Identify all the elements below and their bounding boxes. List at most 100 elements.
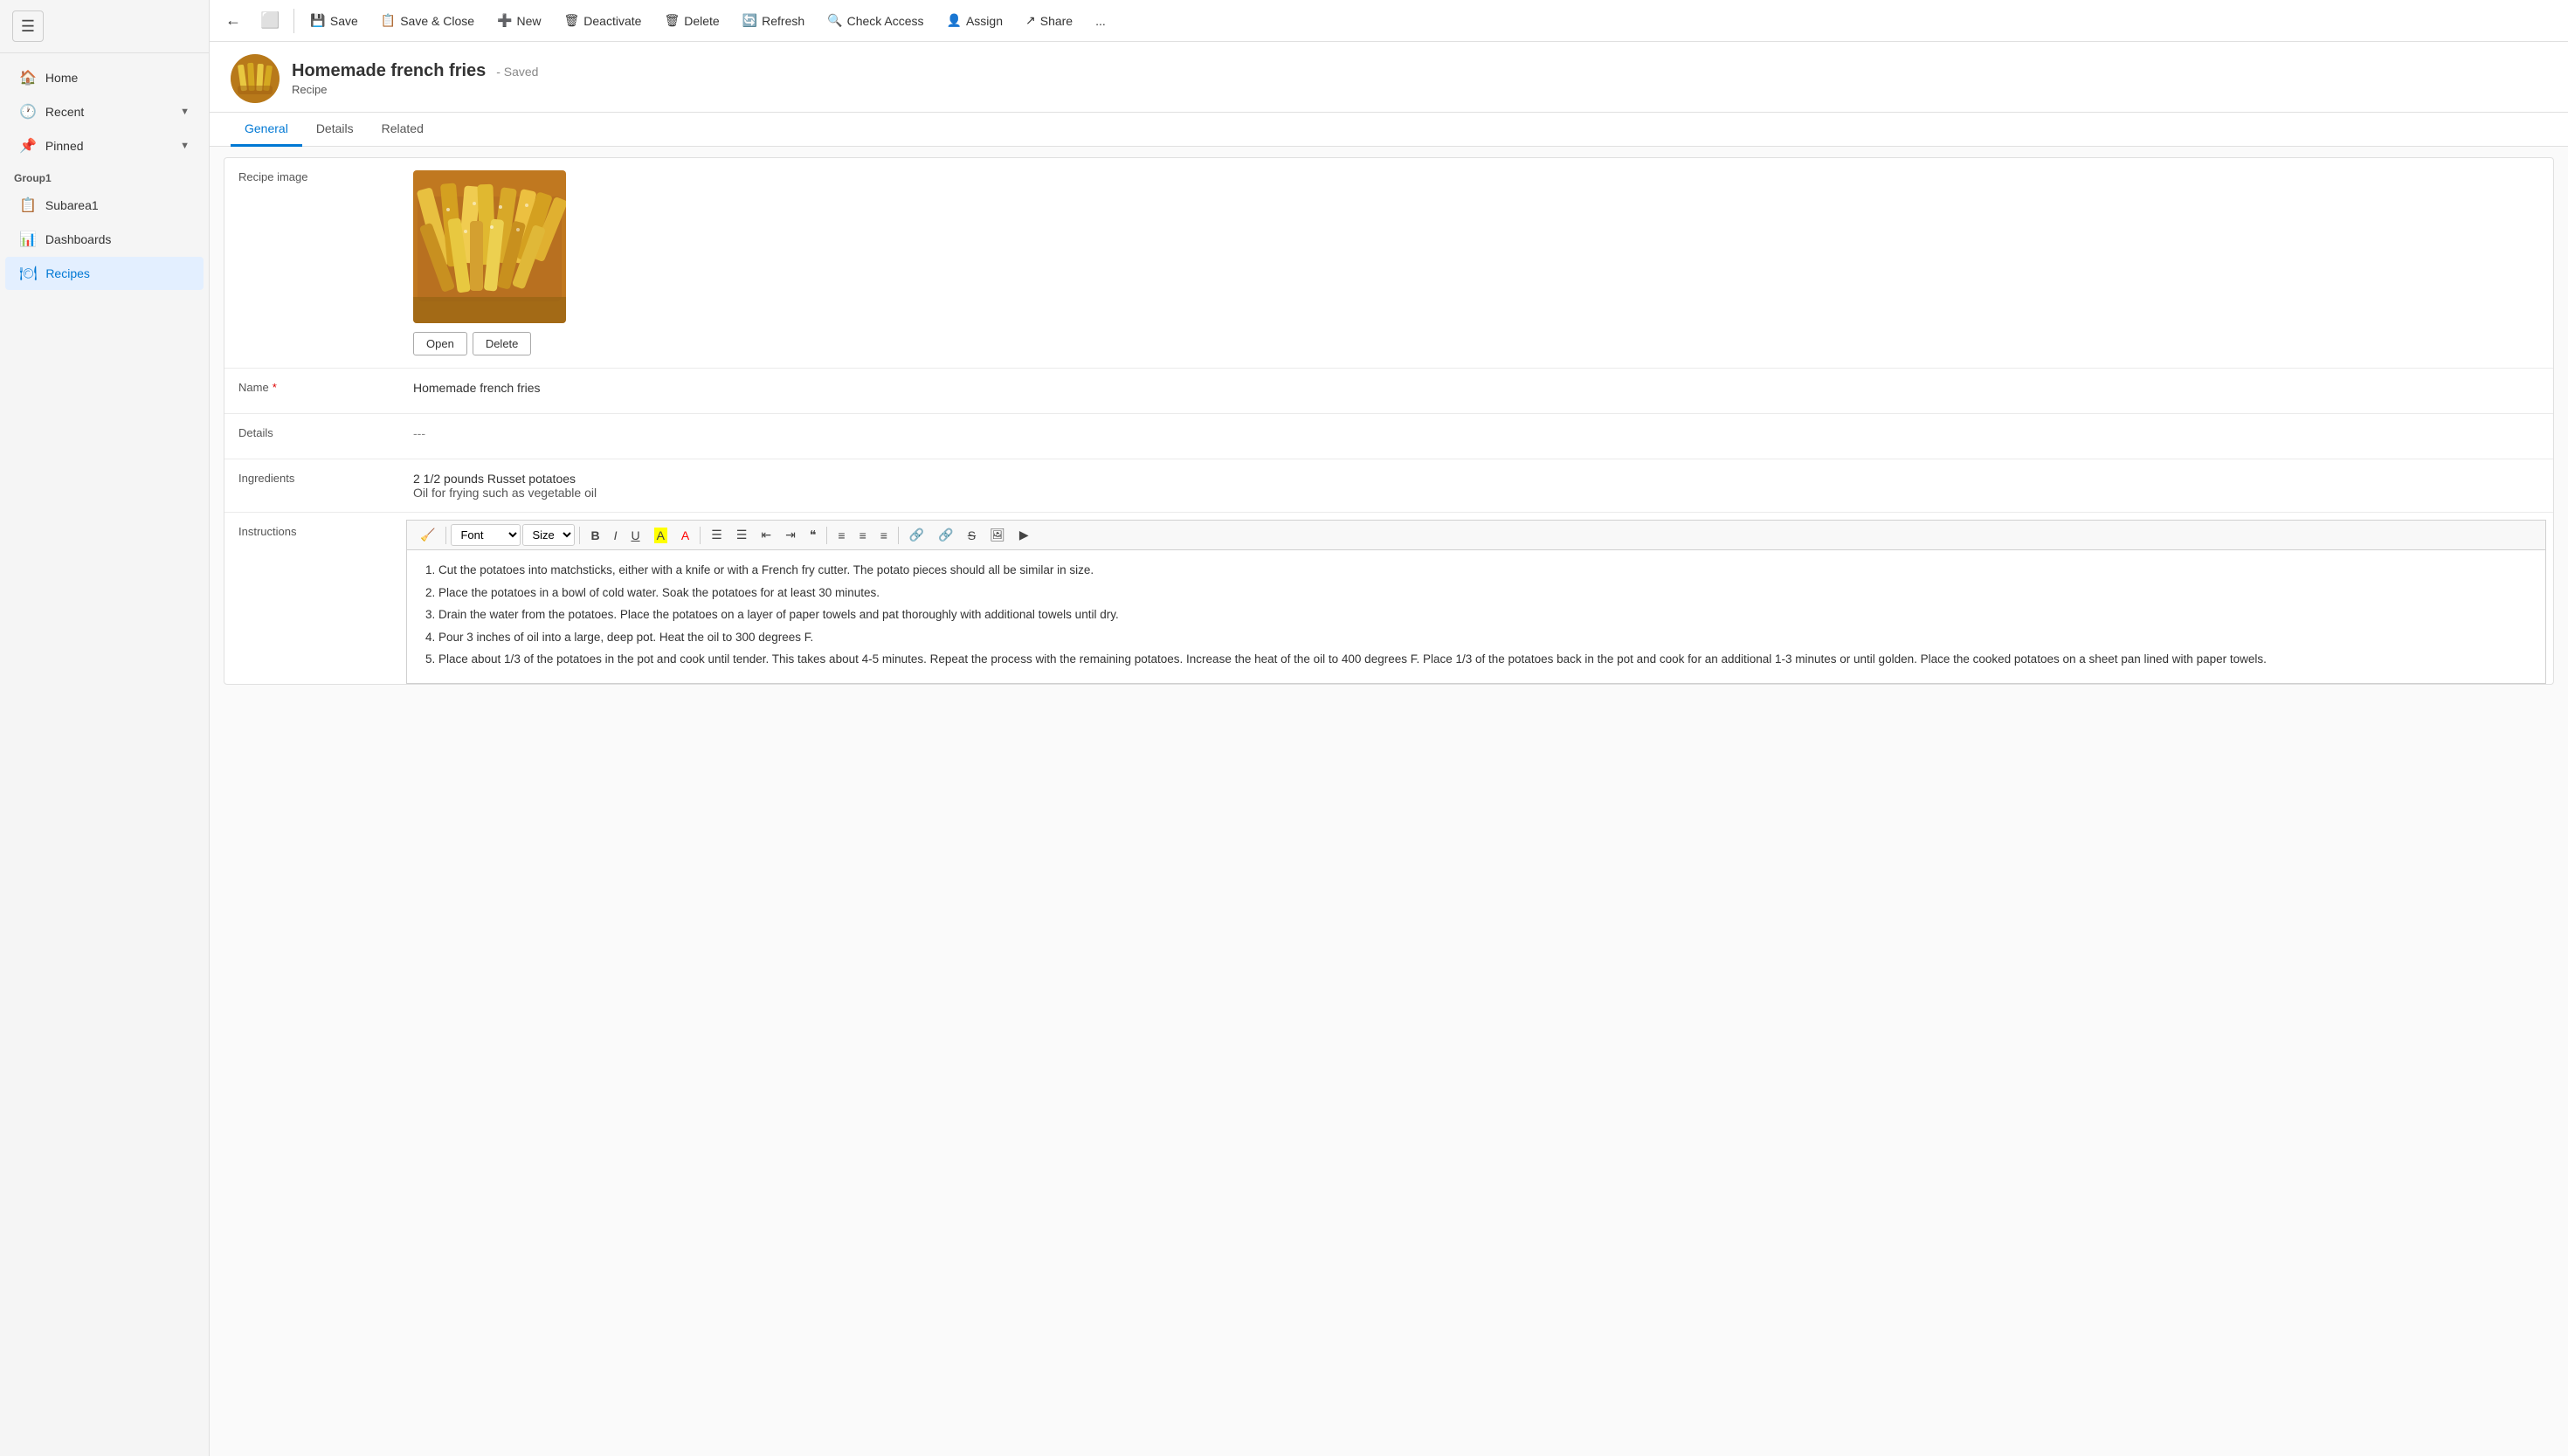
tabs-bar: General Details Related — [210, 113, 2568, 147]
recipes-icon: 🍽 — [19, 265, 37, 282]
tab-details[interactable]: Details — [302, 113, 368, 147]
instruction-item-5: Place about 1/3 of the potatoes in the p… — [438, 650, 2531, 669]
sidebar-item-dashboards[interactable]: 📊 Dashboards — [5, 223, 204, 256]
recent-expand-icon: ▼ — [180, 107, 190, 117]
image-area: Open Delete — [399, 158, 2553, 368]
instructions-content[interactable]: Cut the potatoes into matchsticks, eithe… — [406, 549, 2546, 684]
refresh-button[interactable]: 🔄 Refresh — [732, 8, 815, 33]
sidebar-item-dashboards-label: Dashboards — [45, 232, 112, 246]
back-button[interactable]: ← — [217, 6, 250, 35]
instruction-item-3: Drain the water from the potatoes. Place… — [438, 605, 2531, 624]
rte-sep-5 — [898, 527, 899, 544]
rte-sep-3 — [700, 527, 701, 544]
rte-highlight-button[interactable]: A — [648, 525, 673, 546]
rte-font-color-button[interactable]: A — [675, 525, 695, 546]
rte-numbered-list-button[interactable]: ☰ — [730, 524, 754, 546]
rte-size-select[interactable]: Size — [522, 524, 575, 546]
sidebar-header: ☰ — [0, 0, 209, 53]
toolbar: ← ⬜ 💾 Save 📋 Save & Close ➕ New 🗑 Deacti… — [210, 0, 2568, 42]
rte-strikethrough-button[interactable]: S — [962, 525, 982, 546]
tab-general[interactable]: General — [231, 113, 302, 147]
instructions-main: Instructions 🧹 Font Size — [224, 513, 2553, 684]
details-row: Details --- — [224, 414, 2553, 459]
share-button[interactable]: ↗ Share — [1015, 8, 1083, 33]
instructions-row: Instructions 🧹 Font Size — [224, 513, 2553, 684]
image-field-label: Recipe image — [224, 158, 399, 368]
delete-button[interactable]: 🗑 Delete — [653, 8, 729, 33]
rte-indent-more-button[interactable]: ⇥ — [779, 524, 802, 546]
ingredients-value[interactable]: 2 1/2 pounds Russet potatoes Oil for fry… — [399, 459, 2553, 512]
rte-unlink-button[interactable]: 🔗 — [932, 524, 959, 546]
sidebar-item-recipes[interactable]: 🍽 Recipes — [5, 257, 204, 290]
record-header: Homemade french fries - Saved Recipe — [210, 42, 2568, 113]
rte-align-center-button[interactable]: ≡ — [853, 525, 873, 546]
check-access-button[interactable]: 🔍 Check Access — [817, 8, 934, 33]
details-value[interactable]: --- — [399, 414, 2553, 459]
rte-toolbar: 🧹 Font Size B I — [406, 520, 2546, 549]
save-close-button[interactable]: 📋 Save & Close — [370, 8, 485, 33]
sidebar-item-pinned-label: Pinned — [45, 139, 84, 153]
sidebar-item-pinned[interactable]: 📌 Pinned ▼ — [5, 129, 204, 162]
rte-link-button[interactable]: 🔗 — [903, 524, 930, 546]
sidebar-menu-button[interactable]: ☰ — [12, 10, 44, 42]
new-button[interactable]: ➕ New — [487, 8, 551, 33]
subarea1-icon: 📋 — [19, 197, 37, 214]
instruction-item-2: Place the potatoes in a bowl of cold wat… — [438, 583, 2531, 603]
instruction-item-1: Cut the potatoes into matchsticks, eithe… — [438, 561, 2531, 580]
save-button[interactable]: 💾 Save — [300, 8, 368, 33]
instructions-list: Cut the potatoes into matchsticks, eithe… — [421, 561, 2531, 669]
ingredients-line1: 2 1/2 pounds Russet potatoes — [413, 472, 2539, 486]
rte-bold-button[interactable]: B — [584, 525, 605, 546]
deactivate-icon: 🗑 — [564, 13, 580, 28]
record-saved-status: - Saved — [496, 65, 538, 79]
rte-clear-formatting-button[interactable]: 🧹 — [414, 524, 441, 546]
refresh-icon: 🔄 — [742, 13, 757, 28]
delete-icon: 🗑 — [664, 13, 680, 28]
assign-icon: 👤 — [947, 13, 962, 28]
sidebar-item-recent-label: Recent — [45, 105, 84, 119]
pinned-icon: 📌 — [19, 137, 37, 155]
recipe-image-svg — [413, 170, 566, 323]
image-delete-button[interactable]: Delete — [473, 332, 532, 355]
image-row: Recipe image — [224, 158, 2553, 369]
content-area: Homemade french fries - Saved Recipe Gen… — [210, 42, 2568, 1456]
image-open-button[interactable]: Open — [413, 332, 467, 355]
rte-indent-less-button[interactable]: ⇤ — [755, 524, 777, 546]
rte-image-button[interactable]: 🖼 — [984, 524, 1011, 546]
record-type: Recipe — [292, 83, 538, 96]
new-icon: ➕ — [497, 13, 512, 28]
name-label: Name * — [224, 369, 399, 413]
sidebar-item-home-label: Home — [45, 71, 78, 85]
tab-related[interactable]: Related — [368, 113, 438, 147]
form-area: Recipe image — [210, 147, 2568, 1456]
recipe-image — [413, 170, 566, 323]
rte-sep-4 — [826, 527, 827, 544]
rte-align-right-button[interactable]: ≡ — [874, 525, 894, 546]
sidebar-item-home[interactable]: 🏠 Home — [5, 61, 204, 94]
rte-more-button[interactable]: ▶ — [1013, 524, 1035, 546]
dashboards-icon: 📊 — [19, 231, 37, 248]
check-access-icon: 🔍 — [827, 13, 842, 28]
deactivate-button[interactable]: 🗑 Deactivate — [554, 8, 652, 33]
instructions-label: Instructions — [224, 513, 399, 684]
rte-font-select[interactable]: Font — [451, 524, 521, 546]
open-new-window-button[interactable]: ⬜ — [252, 6, 288, 35]
rte-align-left-button[interactable]: ≡ — [832, 525, 851, 546]
sidebar-item-recent[interactable]: 🕐 Recent ▼ — [5, 95, 204, 128]
instructions-editor-area: 🧹 Font Size B I — [399, 513, 2553, 684]
pinned-expand-icon: ▼ — [180, 141, 190, 151]
rte-sep-1 — [445, 527, 446, 544]
rte-bullet-list-button[interactable]: ☰ — [705, 524, 728, 546]
save-icon: 💾 — [310, 13, 325, 28]
rte-italic-button[interactable]: I — [608, 525, 624, 546]
ingredients-row: Ingredients 2 1/2 pounds Russet potatoes… — [224, 459, 2553, 513]
share-icon: ↗ — [1025, 13, 1036, 28]
sidebar: ☰ 🏠 Home 🕐 Recent ▼ 📌 Pinned ▼ Group1 📋 … — [0, 0, 210, 1456]
rte-underline-button[interactable]: U — [625, 525, 645, 546]
sidebar-item-subarea1[interactable]: 📋 Subarea1 — [5, 189, 204, 222]
more-button[interactable]: ... — [1085, 9, 1116, 33]
details-label: Details — [224, 414, 399, 459]
rte-quote-button[interactable]: ❝ — [804, 524, 823, 546]
assign-button[interactable]: 👤 Assign — [936, 8, 1013, 33]
name-value[interactable]: Homemade french fries — [399, 369, 2553, 413]
